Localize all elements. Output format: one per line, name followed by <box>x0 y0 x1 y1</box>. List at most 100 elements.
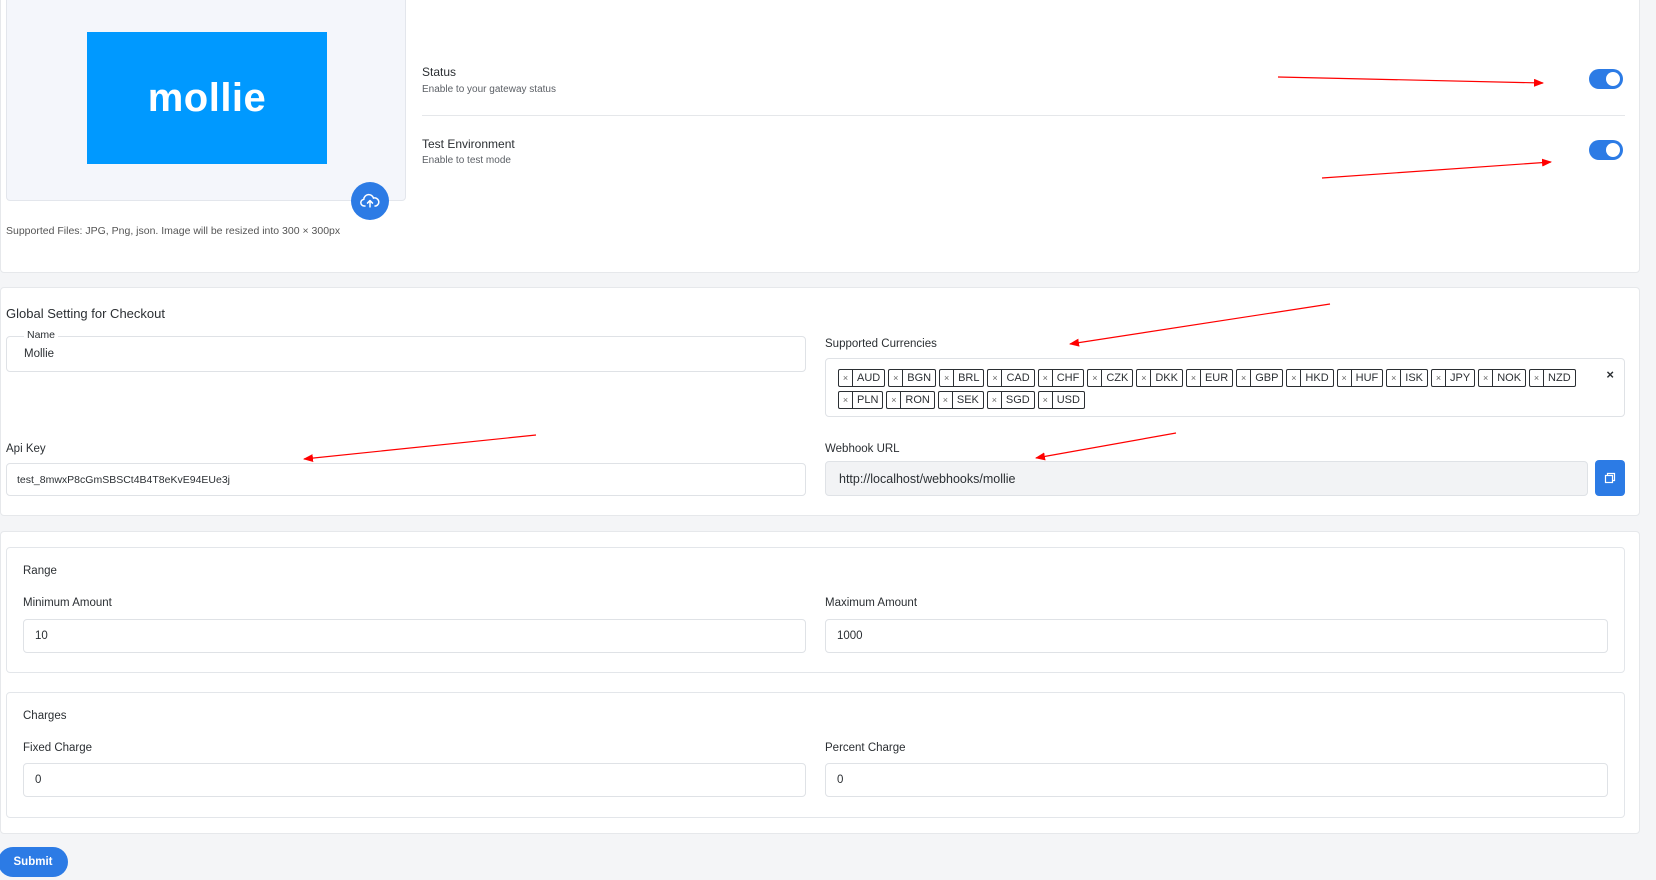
currency-code: HUF <box>1355 372 1379 384</box>
remove-chip-icon[interactable]: × <box>839 392 853 408</box>
currency-code: CZK <box>1106 372 1129 384</box>
currency-code: USD <box>1056 394 1080 406</box>
remove-chip-icon[interactable]: × <box>1287 370 1302 386</box>
copy-icon <box>1604 472 1616 484</box>
submit-button[interactable]: Submit <box>0 847 68 877</box>
api-key-input[interactable]: test_8mwxP8cGmSBSCt4B4T8eKvE94EUe3j <box>6 463 806 496</box>
currency-chip: × BGN <box>888 369 937 387</box>
currency-code: CHF <box>1056 372 1080 384</box>
currency-chip: × DKK <box>1136 369 1183 387</box>
charges-title: Charges <box>23 710 67 722</box>
status-subtitle: Enable to your gateway status <box>422 84 556 95</box>
max-amount-label: Maximum Amount <box>825 597 918 609</box>
range-card <box>6 547 1625 673</box>
name-field[interactable]: Mollie <box>6 336 806 372</box>
test-env-subtitle: Enable to test mode <box>422 155 511 166</box>
currency-code: RON <box>905 394 930 406</box>
name-label: Name <box>24 329 59 341</box>
currency-chip: × EUR <box>1185 369 1234 387</box>
copy-button[interactable] <box>1595 460 1625 496</box>
currency-chip: × HUF <box>1336 369 1384 387</box>
api-key-label: Api Key <box>6 443 46 455</box>
remove-chip-icon[interactable]: × <box>1479 370 1494 386</box>
currency-chip: × PLN <box>838 391 884 409</box>
currency-chip: × SEK <box>937 391 984 409</box>
fixed-charge-input[interactable]: 0 <box>23 763 806 797</box>
range-title: Range <box>23 565 57 577</box>
remove-chip-icon[interactable]: × <box>887 392 902 408</box>
currency-chip: × ISK <box>1386 369 1428 387</box>
cloud-upload-icon <box>360 193 380 208</box>
remove-chip-icon[interactable]: × <box>1039 370 1053 386</box>
toggle-knob <box>1606 143 1620 157</box>
global-settings-title: Global Setting for Checkout <box>6 306 165 321</box>
currency-chip: × BRL <box>939 369 985 387</box>
currency-code: EUR <box>1204 372 1229 384</box>
fixed-charge-label: Fixed Charge <box>23 742 93 754</box>
currency-chip: × CAD <box>987 369 1035 387</box>
currency-code: BGN <box>907 372 932 384</box>
remove-chip-icon[interactable]: × <box>839 370 853 386</box>
toggle-knob <box>1606 72 1620 86</box>
remove-chip-icon[interactable]: × <box>939 392 953 408</box>
remove-chip-icon[interactable]: × <box>1237 370 1252 386</box>
charges-card <box>6 692 1625 818</box>
remove-chip-icon[interactable]: × <box>1530 370 1545 386</box>
remove-chip-icon[interactable]: × <box>1387 370 1402 386</box>
currency-code: CAD <box>1006 372 1030 384</box>
clear-all-button[interactable]: × <box>1606 367 1614 382</box>
mollie-logo: mollie <box>87 32 327 164</box>
currency-code: DKK <box>1155 372 1178 384</box>
max-amount-input[interactable]: 1000 <box>825 619 1608 653</box>
percent-charge-label: Percent Charge <box>825 742 906 754</box>
currency-chip: × NZD <box>1529 369 1576 387</box>
currency-code: NOK <box>1497 372 1522 384</box>
currency-chip: × CZK <box>1087 369 1134 387</box>
currency-code: AUD <box>857 372 881 384</box>
currency-code: HKD <box>1305 372 1329 384</box>
remove-chip-icon[interactable]: × <box>1432 370 1446 386</box>
remove-chip-icon[interactable]: × <box>889 370 904 386</box>
remove-chip-icon[interactable]: × <box>1137 370 1152 386</box>
min-amount-input[interactable]: 10 <box>23 619 806 653</box>
currency-code: BRL <box>958 372 980 384</box>
currencies-select[interactable]: × AUD × BGN × BRL × CAD × CHF × CZK × DKK × EUR × GBP × HKD… <box>825 358 1625 417</box>
currency-code: ISK <box>1405 372 1423 384</box>
currency-chip: × RON <box>886 391 935 409</box>
currency-chip: × NOK <box>1478 369 1527 387</box>
percent-charge-input[interactable]: 0 <box>825 763 1608 797</box>
currency-code: SGD <box>1005 394 1030 406</box>
test-env-title: Test Environment <box>422 137 515 151</box>
currency-code: GBP <box>1255 372 1279 384</box>
test-env-toggle[interactable] <box>1589 140 1623 160</box>
currency-chip: × AUD <box>838 369 886 387</box>
upload-button[interactable] <box>351 182 389 220</box>
currency-chip: × CHF <box>1037 369 1085 387</box>
currency-chip: × USD <box>1037 391 1085 409</box>
min-amount-label: Minimum Amount <box>23 597 112 609</box>
remove-chip-icon[interactable]: × <box>988 370 1003 386</box>
currency-chip: × HKD <box>1286 369 1334 387</box>
remove-chip-icon[interactable]: × <box>1338 370 1352 386</box>
currency-code: JPY <box>1450 372 1471 384</box>
webhook-label: Webhook URL <box>825 443 900 455</box>
remove-chip-icon[interactable]: × <box>940 370 955 386</box>
webhook-url-input[interactable]: http://localhost/webhooks/mollie <box>825 461 1588 496</box>
upload-hint: Supported Files: JPG, Png, json. Image w… <box>6 225 341 237</box>
currency-chip: × GBP <box>1236 369 1284 387</box>
remove-chip-icon[interactable]: × <box>1187 370 1201 386</box>
currency-chips: × AUD × BGN × BRL × CAD × CHF × CZK × DKK × EUR × GBP × HKD… <box>838 369 1583 409</box>
remove-chip-icon[interactable]: × <box>1088 370 1103 386</box>
divider <box>422 115 1625 116</box>
remove-chip-icon[interactable]: × <box>1039 392 1053 408</box>
status-toggle[interactable] <box>1589 69 1623 89</box>
currency-code: SEK <box>956 394 979 406</box>
currency-chip: × JPY <box>1431 369 1476 387</box>
remove-chip-icon[interactable]: × <box>988 392 1002 408</box>
currency-code: PLN <box>857 394 879 406</box>
currencies-label: Supported Currencies <box>825 338 937 350</box>
currency-chip: × SGD <box>986 391 1035 409</box>
currency-code: NZD <box>1548 372 1571 384</box>
status-title: Status <box>422 65 457 79</box>
logo-upload-area[interactable]: mollie <box>6 0 406 201</box>
